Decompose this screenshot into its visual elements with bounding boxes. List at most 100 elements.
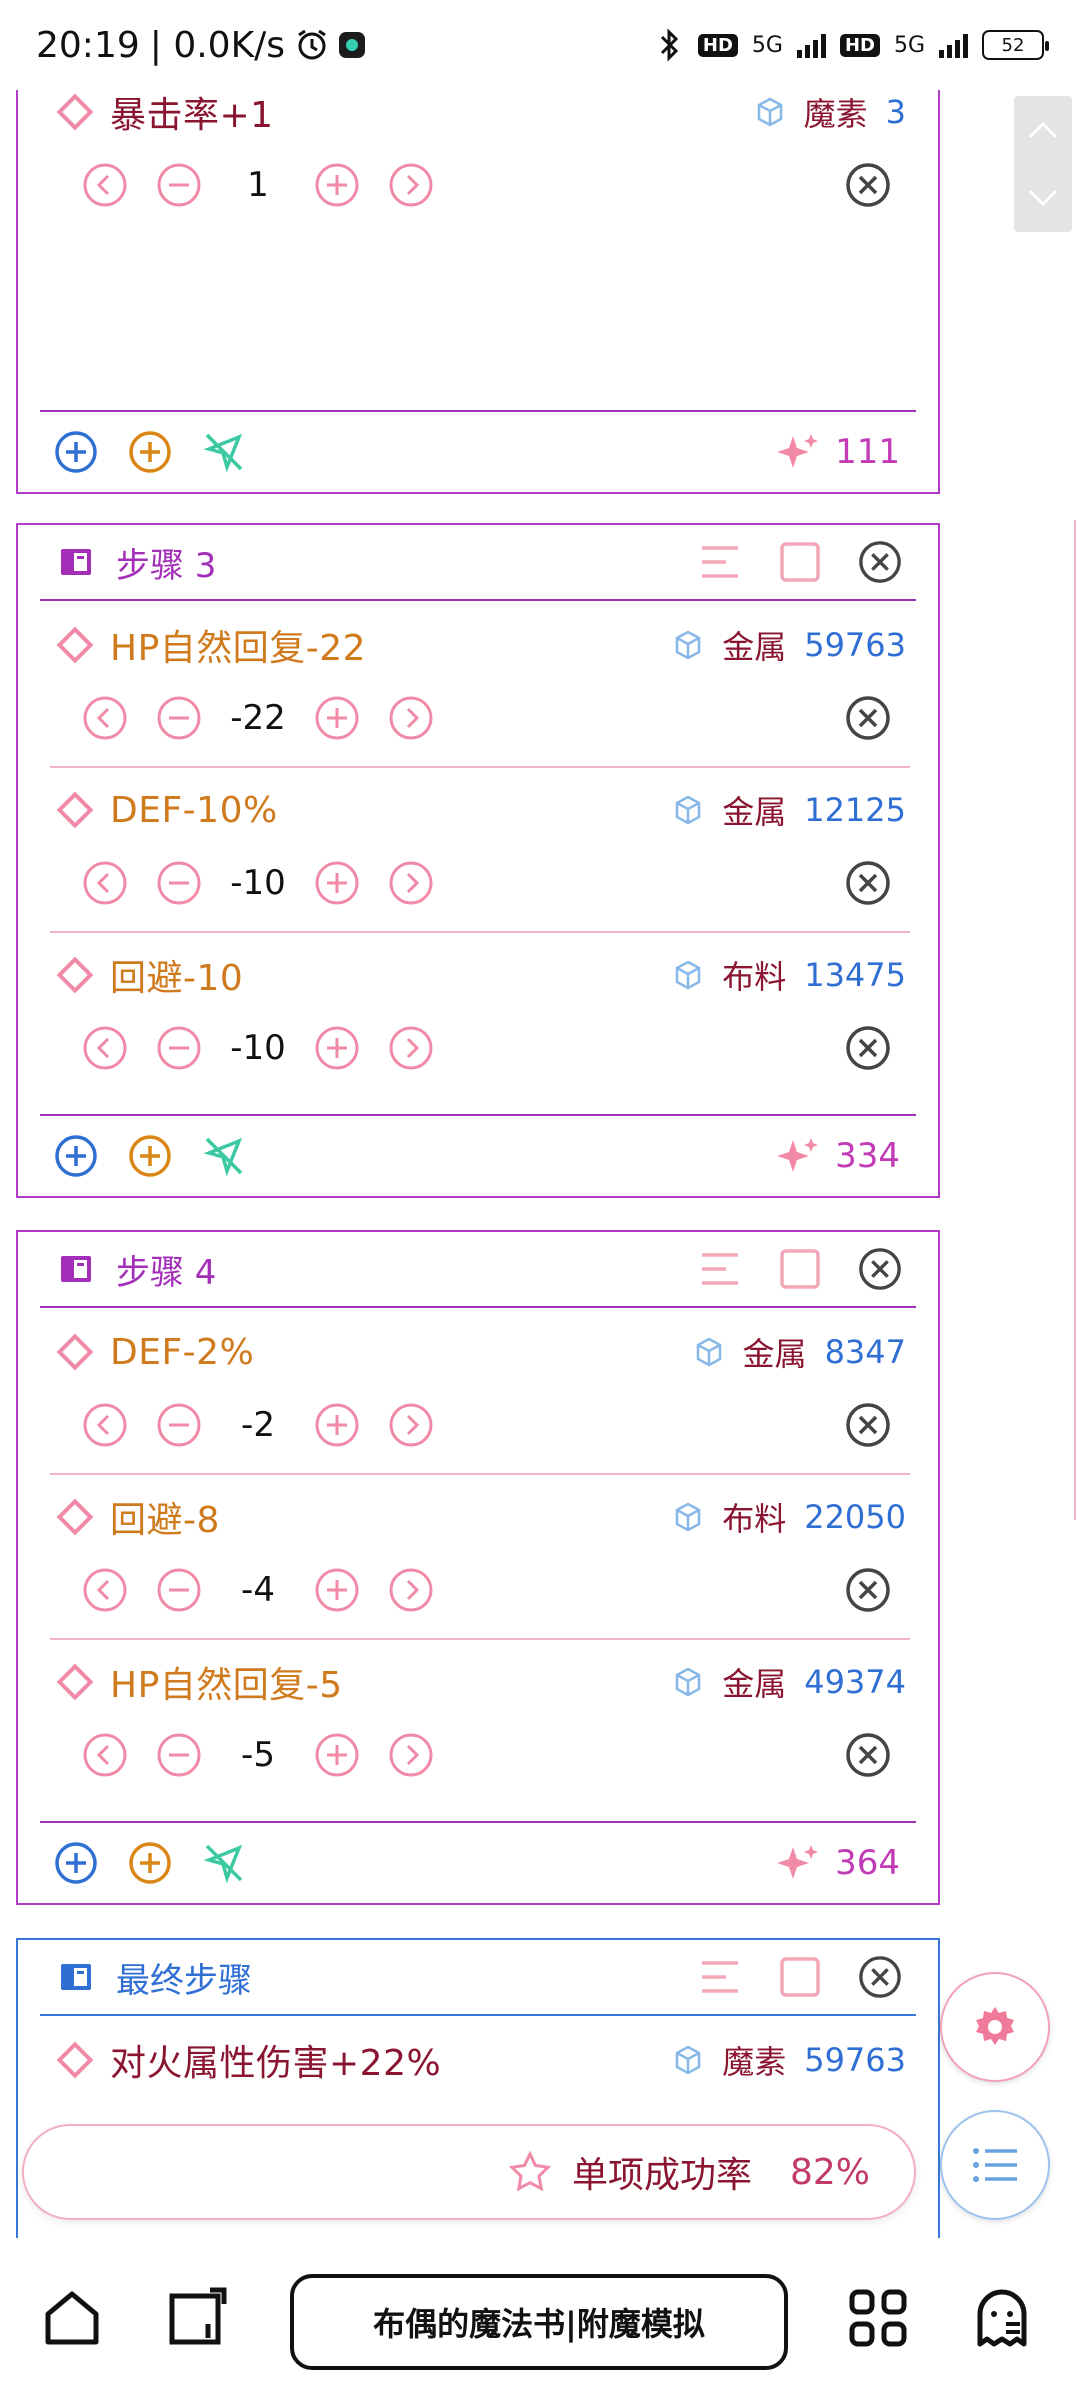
next-button[interactable] [386, 858, 436, 908]
next-button[interactable] [386, 1023, 436, 1073]
material-name: 金属 [722, 793, 787, 831]
item-name: 对火属性伤害+22% [110, 2043, 442, 2084]
sparkle-icon [777, 1138, 819, 1172]
remove-item-button[interactable] [842, 692, 894, 744]
prev-button[interactable] [80, 1730, 130, 1780]
success-rate-bar[interactable]: 单项成功率 82% [22, 2124, 916, 2220]
minus-button[interactable] [154, 693, 204, 743]
add-effect-button[interactable] [52, 1839, 100, 1887]
ghost-profile-icon[interactable] [962, 2278, 1042, 2358]
material-count: 8347 [824, 1333, 906, 1371]
add-step-button[interactable] [126, 1132, 174, 1180]
prev-button[interactable] [80, 693, 130, 743]
sort-lines-icon[interactable] [698, 540, 742, 584]
quantity-value[interactable]: -10 [204, 1028, 312, 1068]
quantity-value[interactable]: -2 [204, 1405, 312, 1445]
prev-button[interactable] [80, 1023, 130, 1073]
next-button[interactable] [386, 160, 436, 210]
cube-icon [675, 795, 701, 825]
cube-icon [757, 97, 782, 127]
quantity-value[interactable]: -5 [204, 1735, 312, 1775]
sparkle-icon [777, 1845, 819, 1879]
remove-item-button[interactable] [842, 159, 894, 211]
sort-lines-icon[interactable] [698, 1955, 742, 1999]
scroll-control[interactable] [1014, 96, 1072, 232]
plus-button[interactable] [312, 1565, 362, 1615]
prev-button[interactable] [80, 1400, 130, 1450]
pin-off-icon[interactable] [200, 1839, 248, 1887]
minus-button[interactable] [154, 1400, 204, 1450]
diamond-icon [56, 1498, 94, 1536]
tabs-icon[interactable] [158, 2278, 238, 2358]
grid-menu-icon[interactable] [838, 2278, 918, 2358]
diamond-icon [56, 2041, 94, 2079]
quantity-value[interactable]: 1 [204, 165, 312, 205]
score-value: 334 [835, 1136, 900, 1176]
remove-item-button[interactable] [842, 1564, 894, 1616]
add-step-button[interactable] [126, 1839, 174, 1887]
prev-button[interactable] [80, 858, 130, 908]
step-card-partial: 暴击率+1 魔素 3 1 111 [16, 90, 940, 494]
minus-button[interactable] [154, 858, 204, 908]
page-title[interactable]: 布偶的魔法书|附魔模拟 [290, 2274, 788, 2370]
add-effect-button[interactable] [52, 1132, 100, 1180]
chevron-down-icon[interactable] [1026, 187, 1060, 209]
next-button[interactable] [386, 693, 436, 743]
select-checkbox[interactable] [778, 1247, 822, 1291]
score-value: 364 [835, 1843, 900, 1883]
next-button[interactable] [386, 1565, 436, 1615]
status-bar: 20:19 | 0.0K/s HD 5G HD 5G 52 [0, 0, 1080, 90]
scroll-track [1074, 520, 1076, 1520]
material-count: 13475 [804, 956, 906, 994]
plus-button[interactable] [312, 160, 362, 210]
remove-item-button[interactable] [842, 857, 894, 909]
plus-button[interactable] [312, 1730, 362, 1780]
pin-off-icon[interactable] [200, 1132, 248, 1180]
remove-item-button[interactable] [842, 1729, 894, 1781]
quantity-value[interactable]: -4 [204, 1570, 312, 1610]
alarm-icon [298, 29, 326, 60]
cube-icon [675, 2045, 701, 2075]
add-step-button[interactable] [126, 428, 174, 476]
sort-lines-icon[interactable] [698, 1247, 742, 1291]
remove-item-button[interactable] [842, 1399, 894, 1451]
select-checkbox[interactable] [778, 1955, 822, 1999]
prev-button[interactable] [80, 160, 130, 210]
material-count: 59763 [804, 626, 906, 664]
remove-step-button[interactable] [858, 1247, 902, 1291]
signal-icon-2 [939, 32, 968, 58]
minus-button[interactable] [154, 1023, 204, 1073]
battery-icon: 52 [982, 30, 1049, 60]
next-button[interactable] [386, 1400, 436, 1450]
step-score: 111 [777, 430, 900, 474]
diamond-icon [56, 956, 94, 994]
next-button[interactable] [386, 1730, 436, 1780]
remove-step-button[interactable] [858, 540, 902, 584]
home-icon[interactable] [32, 2278, 112, 2358]
cube-icon [696, 1337, 721, 1367]
chevron-up-icon[interactable] [1026, 119, 1060, 141]
quantity-value[interactable]: -22 [204, 698, 312, 738]
plus-button[interactable] [312, 1023, 362, 1073]
plus-button[interactable] [312, 858, 362, 908]
settings-button[interactable] [940, 1972, 1050, 2082]
minus-button[interactable] [154, 160, 204, 210]
add-effect-button[interactable] [52, 428, 100, 476]
effect-item: 回避-8 布料 22050 -4 [50, 1475, 910, 1640]
card-footer: 334 [40, 1114, 916, 1196]
plus-button[interactable] [312, 693, 362, 743]
plus-button[interactable] [312, 1400, 362, 1450]
remove-item-button[interactable] [842, 1022, 894, 1074]
minus-button[interactable] [154, 1730, 204, 1780]
cube-icon [675, 630, 701, 660]
quantity-value[interactable]: -10 [204, 863, 312, 903]
remove-step-button[interactable] [858, 1955, 902, 1999]
prev-button[interactable] [80, 1565, 130, 1615]
minus-button[interactable] [154, 1565, 204, 1615]
list-button[interactable] [940, 2110, 1050, 2220]
card-footer: 364 [40, 1821, 916, 1903]
select-checkbox[interactable] [778, 540, 822, 584]
status-left: 20:19 | 0.0K/s [36, 25, 366, 66]
pin-off-icon[interactable] [200, 428, 248, 476]
content-area[interactable]: 暴击率+1 魔素 3 1 111 步骤 3 HP自然回复-22 金属 59763… [0, 90, 1080, 2238]
